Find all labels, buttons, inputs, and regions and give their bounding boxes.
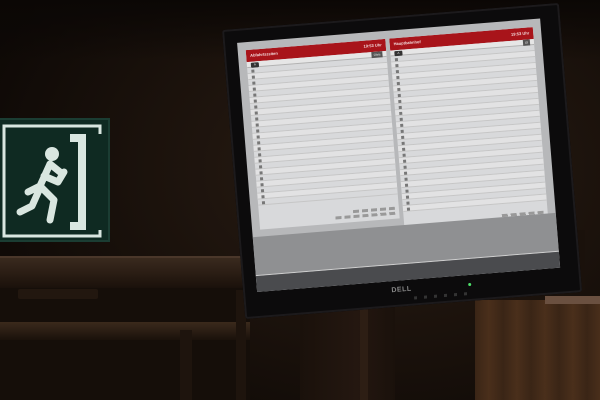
main-station-panel: Hauptbahnhof 19:53 Uhr A Gl — [389, 27, 549, 234]
train-type-icon — [399, 111, 403, 115]
train-type-icon — [261, 194, 265, 199]
train-type-icon — [399, 117, 403, 121]
train-type-icon — [256, 129, 260, 133]
train-type-icon — [405, 195, 410, 199]
monitor-screen: Abfahrtszeiten 19:53 Uhr A Gleis Hauptba… — [237, 18, 561, 293]
departure-list — [247, 56, 398, 206]
train-type-icon — [404, 183, 409, 187]
train-type-icon — [260, 188, 265, 193]
monitor-buttons — [413, 291, 475, 300]
panel-title: Hauptbahnhof — [393, 39, 421, 47]
train-type-icon — [251, 69, 255, 73]
train-type-icon — [255, 117, 259, 121]
pillar-edge — [360, 300, 368, 400]
wood-panel-edge — [545, 296, 600, 304]
departures-panel: Abfahrtszeiten 19:53 Uhr A Gleis — [245, 38, 400, 230]
door-post — [180, 330, 192, 400]
train-type-icon — [254, 111, 258, 115]
photo-scene: Abfahrtszeiten 19:53 Uhr A Gleis Hauptba… — [0, 0, 600, 400]
train-type-icon — [403, 165, 407, 169]
departure-monitor: Abfahrtszeiten 19:53 Uhr A Gleis Hauptba… — [222, 2, 583, 320]
train-type-icon — [406, 207, 411, 211]
monitor-brand-logo: DELL — [391, 285, 412, 295]
train-type-icon — [396, 75, 400, 79]
train-type-icon — [258, 158, 262, 163]
train-type-icon — [406, 201, 410, 205]
train-type-icon — [253, 99, 257, 103]
train-type-icon — [260, 182, 264, 187]
running-man-exit-icon — [2, 124, 102, 238]
train-type-icon — [257, 152, 262, 157]
train-type-icon — [402, 147, 406, 151]
train-type-icon — [400, 129, 404, 133]
train-type-icon — [251, 75, 255, 79]
pillar — [300, 300, 395, 400]
lower-wall — [0, 288, 250, 400]
wood-panel — [475, 300, 600, 400]
train-type-icon — [258, 164, 263, 169]
footer-text — [335, 211, 396, 220]
train-type-icon — [261, 200, 266, 205]
train-type-icon — [259, 170, 263, 175]
train-type-icon — [259, 176, 264, 181]
train-type-icon — [400, 123, 404, 127]
departure-list — [390, 45, 547, 213]
train-type-icon — [396, 81, 400, 85]
train-type-icon — [257, 141, 261, 145]
train-type-icon — [252, 81, 256, 85]
train-type-icon — [397, 93, 401, 97]
train-type-icon — [404, 177, 408, 181]
train-type-icon — [402, 153, 406, 157]
train-type-icon — [397, 87, 401, 91]
train-type-icon — [405, 189, 409, 193]
train-type-icon — [403, 171, 408, 175]
wall-trim — [0, 258, 250, 288]
train-type-icon — [257, 146, 261, 151]
train-type-icon — [255, 123, 259, 127]
train-type-icon — [395, 63, 399, 67]
train-type-icon — [256, 135, 260, 139]
lit-ledge — [0, 322, 250, 340]
wall-plate — [18, 289, 98, 299]
train-type-icon — [398, 99, 402, 103]
train-type-icon — [395, 69, 399, 73]
train-type-icon — [254, 105, 258, 109]
emergency-exit-sign — [0, 118, 110, 242]
train-type-icon — [253, 93, 257, 97]
train-type-icon — [394, 57, 399, 61]
train-type-icon — [401, 135, 405, 139]
train-type-icon — [398, 105, 402, 109]
panel-title: Abfahrtszeiten — [249, 50, 279, 58]
power-led-icon — [468, 282, 472, 287]
train-type-icon — [401, 141, 405, 145]
train-type-icon — [402, 159, 407, 163]
train-type-icon — [252, 87, 256, 91]
